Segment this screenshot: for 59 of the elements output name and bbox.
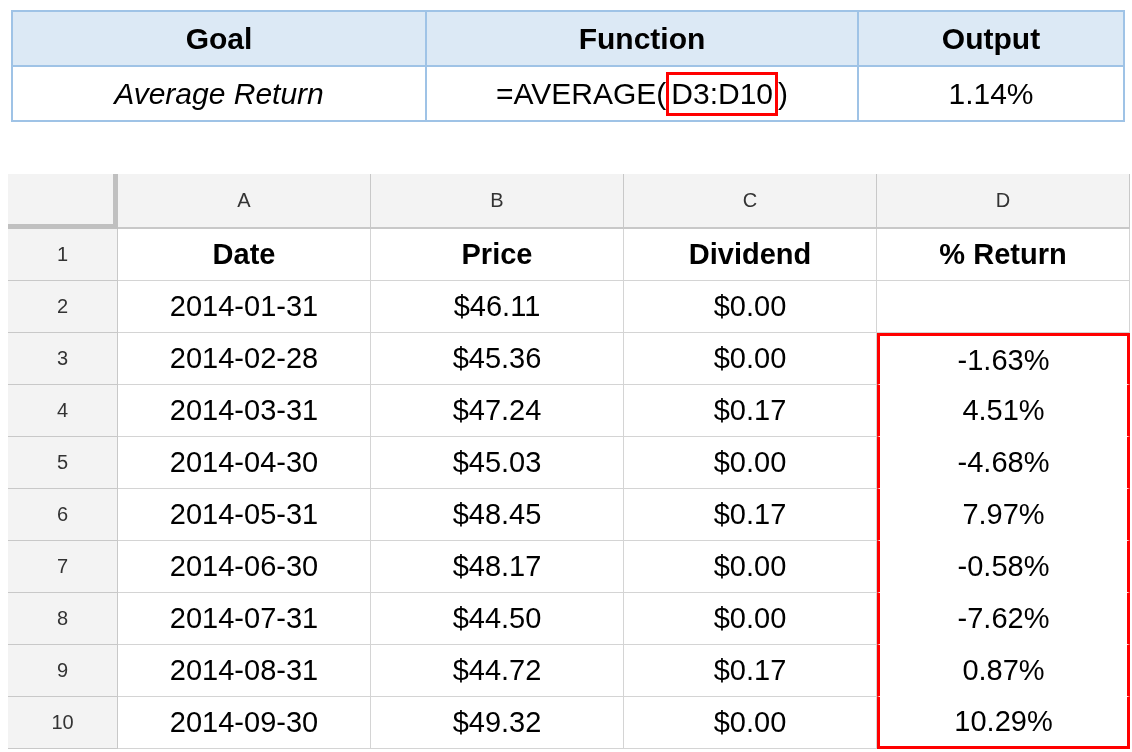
table-cell: $0.00 [624,541,877,593]
row-number: 3 [8,333,118,385]
table-cell: 2014-07-31 [118,593,371,645]
table-cell: 4.51% [877,385,1130,437]
table-cell: $49.32 [371,697,624,749]
goal-cell: Average Return [13,67,427,122]
function-cell: =AVERAGE( D3:D10 ) [427,67,859,122]
row-number: 8 [8,593,118,645]
table-cell: $48.17 [371,541,624,593]
table-cell: -4.68% [877,437,1130,489]
table-cell: $0.00 [624,697,877,749]
column-title: Dividend [624,229,877,281]
table-cell: -1.63% [877,333,1130,385]
table-cell: $0.17 [624,645,877,697]
column-title: % Return [877,229,1130,281]
column-header: C [624,174,877,229]
column-header: D [877,174,1130,229]
table-cell: 2014-06-30 [118,541,371,593]
table-cell: $0.17 [624,489,877,541]
table-cell: $46.11 [371,281,624,333]
table-cell: 2014-02-28 [118,333,371,385]
table-cell: 10.29% [877,697,1130,749]
table-cell: $0.00 [624,437,877,489]
column-header: Goal [13,12,427,67]
table-cell: 0.87% [877,645,1130,697]
table-cell: $44.72 [371,645,624,697]
table-cell: 2014-01-31 [118,281,371,333]
table-cell: $45.36 [371,333,624,385]
row-number: 7 [8,541,118,593]
table-cell: -0.58% [877,541,1130,593]
table-cell: $0.00 [624,593,877,645]
row-number: 6 [8,489,118,541]
row-number: 1 [8,229,118,281]
row-number: 2 [8,281,118,333]
column-header: A [118,174,371,229]
column-title: Price [371,229,624,281]
table-cell: $45.03 [371,437,624,489]
row-number: 10 [8,697,118,749]
table-cell: $0.00 [624,333,877,385]
table-cell: 2014-05-31 [118,489,371,541]
row-number: 5 [8,437,118,489]
table-cell: $48.45 [371,489,624,541]
table-cell: 2014-03-31 [118,385,371,437]
table-cell: $0.00 [624,281,877,333]
table-cell: -7.62% [877,593,1130,645]
table-cell: $47.24 [371,385,624,437]
table-cell: 2014-04-30 [118,437,371,489]
column-title: Date [118,229,371,281]
row-number: 9 [8,645,118,697]
table-cell: 2014-09-30 [118,697,371,749]
column-header: B [371,174,624,229]
table-cell: 2014-08-31 [118,645,371,697]
table-cell: $0.17 [624,385,877,437]
column-header: Output [859,12,1125,67]
table-cell: 7.97% [877,489,1130,541]
output-cell: 1.14% [859,67,1125,122]
table-cell: $44.50 [371,593,624,645]
row-number: 4 [8,385,118,437]
column-header: Function [427,12,859,67]
